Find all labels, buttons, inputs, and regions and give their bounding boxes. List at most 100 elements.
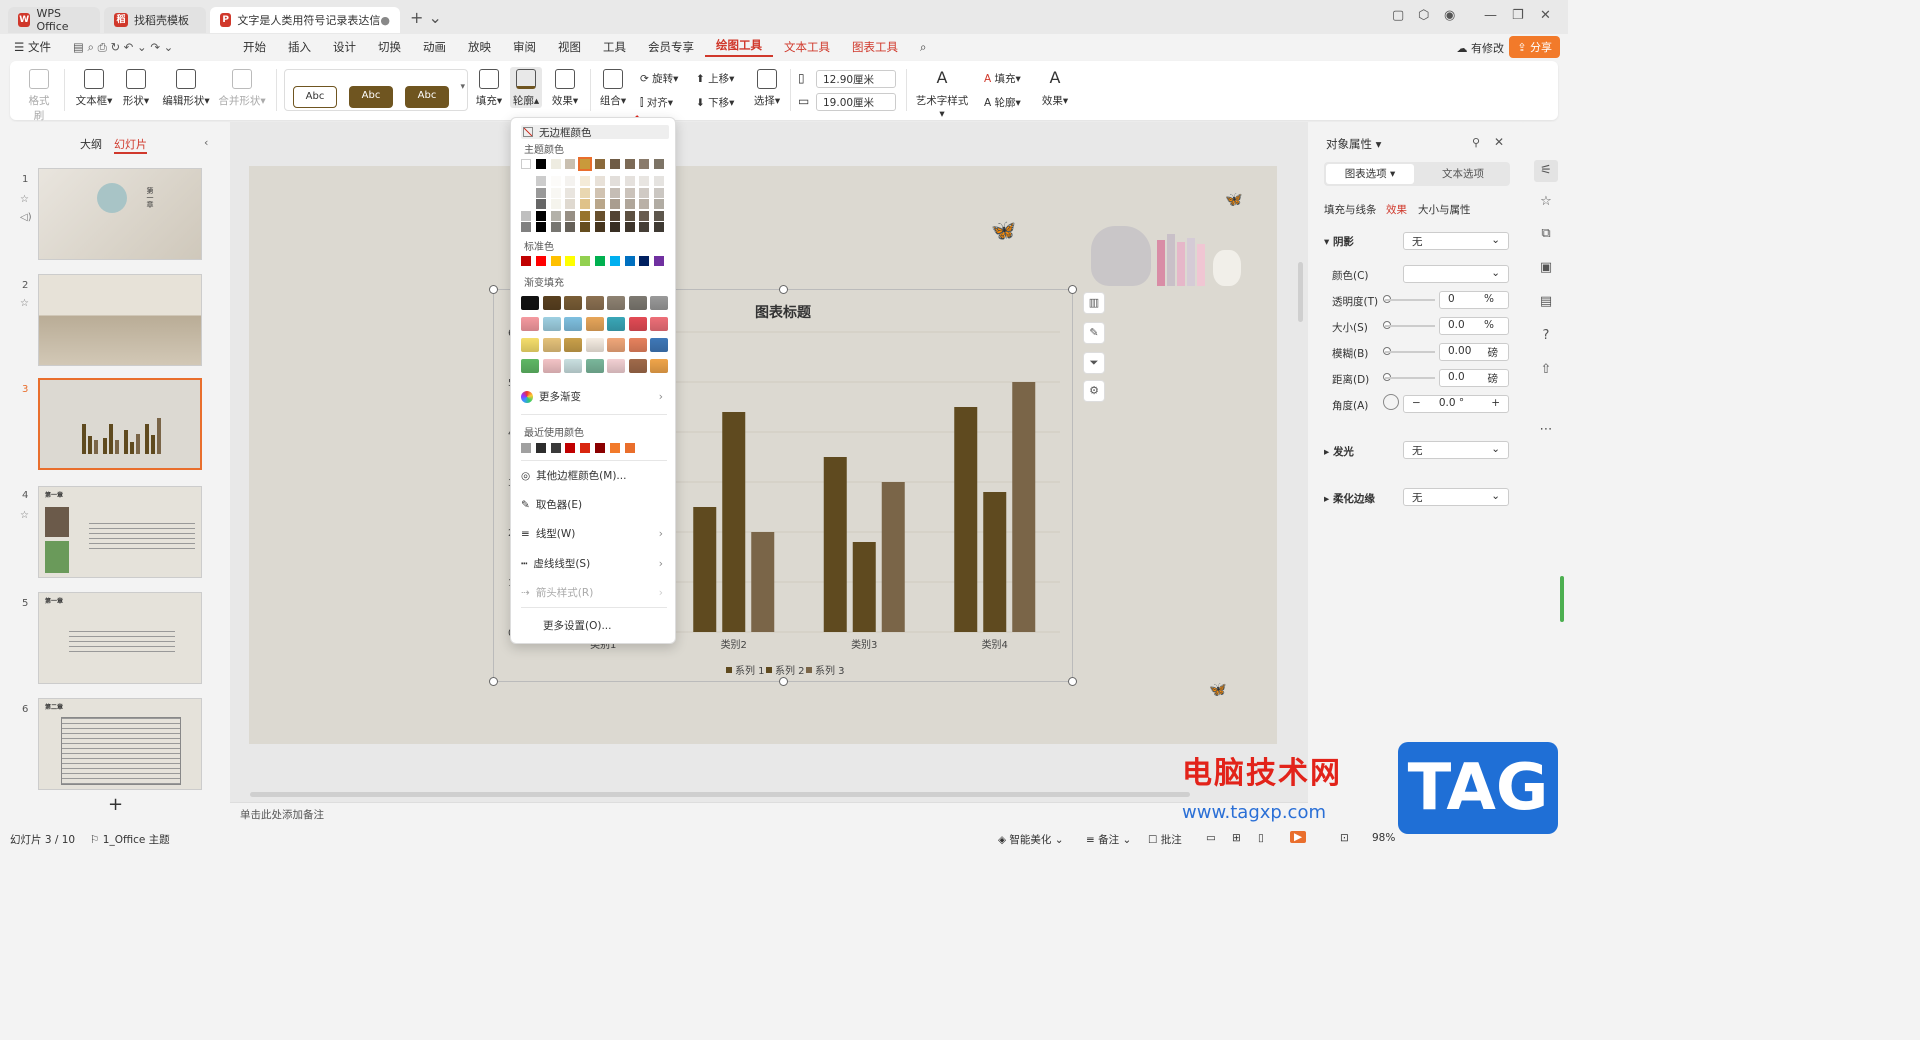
theme-color-swatch[interactable] [550, 159, 561, 169]
shadow-section[interactable]: ▾ 阴影 [1324, 234, 1354, 249]
close-window-icon[interactable]: ✕ [1540, 8, 1551, 23]
menu-design[interactable]: 设计 [322, 39, 367, 55]
blur-slider[interactable] [1385, 351, 1435, 353]
theme-shade-swatch[interactable] [624, 199, 635, 209]
menu-slideshow[interactable]: 放映 [457, 39, 502, 55]
menu-drawing-tools[interactable]: 绘图工具 [704, 37, 773, 57]
bar-1-3[interactable] [823, 457, 847, 632]
standard-color-swatch[interactable] [624, 256, 635, 266]
shape-button[interactable]: 形状▾ [120, 69, 152, 108]
theme-shade-swatch[interactable] [624, 176, 635, 186]
gradient-swatch[interactable] [650, 338, 668, 352]
bar-1-4[interactable] [954, 407, 978, 632]
quick-access-icons[interactable]: ▤ ⌕ ⎙ ↻ ↶ ⌄ ↷ ⌄ [62, 40, 232, 55]
gradient-swatch[interactable] [650, 359, 668, 373]
horizontal-scrollbar[interactable] [250, 792, 1190, 797]
no-border-color-item[interactable]: 无边框颜色 [521, 125, 669, 139]
glow-select[interactable]: 无 ⌄ [1403, 441, 1509, 459]
tab-templates[interactable]: 稻 找稻壳模板 [104, 7, 206, 33]
gradient-swatch[interactable] [585, 359, 604, 373]
theme-shade-swatch[interactable] [654, 176, 665, 186]
audio-icon[interactable]: ◁) [20, 212, 32, 223]
standard-color-swatch[interactable] [595, 256, 605, 266]
recent-color-swatch[interactable] [624, 443, 635, 453]
standard-color-swatch[interactable] [654, 256, 665, 266]
legend-label[interactable]: 系列 1 [735, 664, 765, 677]
copy-icon[interactable]: ⧉ [1538, 226, 1554, 242]
book-icon[interactable]: ▤ [1538, 294, 1554, 310]
standard-color-swatch[interactable] [550, 256, 561, 266]
slide-thumbnail-5[interactable]: 第一章 [38, 592, 202, 684]
theme-shade-swatch[interactable] [565, 222, 576, 232]
restore-icon[interactable]: ❐ [1512, 8, 1524, 23]
theme-shade-swatch[interactable] [654, 199, 665, 209]
image-icon[interactable]: ▣ [1538, 260, 1554, 276]
theme-shade-swatch[interactable] [654, 187, 665, 198]
chart-filter-button[interactable]: ⏷ [1083, 352, 1105, 374]
text-fill-button[interactable]: A 填充▾ [984, 71, 1030, 86]
width-input[interactable]: 12.90厘米 [816, 70, 896, 88]
vertical-scrollbar[interactable] [1298, 262, 1303, 322]
fit-icon[interactable]: ⊡ [1340, 832, 1349, 844]
chart-style-button[interactable]: ✎ [1083, 322, 1105, 344]
recent-color-swatch[interactable] [565, 443, 576, 453]
recent-color-swatch[interactable] [521, 443, 531, 453]
theme-color-swatch[interactable] [521, 159, 531, 169]
theme-shade-swatch[interactable] [595, 222, 605, 232]
rotate-button[interactable]: ⟳ 旋转▾ [640, 71, 688, 86]
star-icon[interactable]: ☆ [1538, 194, 1554, 210]
merge-shape-button[interactable]: 合并形状▾ [216, 69, 268, 108]
angle-input[interactable]: −0.0 ° + [1403, 395, 1509, 413]
more-settings-item[interactable]: 更多设置(O)... [521, 618, 611, 633]
theme-shade-swatch[interactable] [595, 187, 605, 198]
eyedropper-item[interactable]: ✎ 取色器(E) [521, 497, 582, 512]
theme-shade-swatch[interactable] [535, 222, 546, 232]
theme-color-swatch[interactable] [639, 159, 650, 169]
chart-settings-button[interactable]: ⚙ [1083, 380, 1105, 402]
shape-style-1[interactable]: Abc [293, 86, 337, 108]
menu-view[interactable]: 视图 [547, 39, 592, 55]
standard-color-swatch[interactable] [565, 256, 576, 266]
move-up-button[interactable]: ⬆ 上移▾ [696, 71, 744, 86]
close-panel-icon[interactable]: ✕ [1494, 135, 1504, 149]
modified-indicator[interactable]: ☁ 有修改 [1457, 40, 1505, 56]
sorter-view-icon[interactable]: ⊞ [1232, 832, 1241, 844]
theme-color-swatch[interactable] [654, 159, 665, 169]
star-icon[interactable]: ☆ [20, 194, 29, 205]
recent-color-swatch[interactable] [595, 443, 605, 453]
theme-shade-swatch[interactable] [595, 199, 605, 209]
notes-pane[interactable]: 单击此处添加备注 [230, 802, 1308, 822]
format-painter-button[interactable]: 格式刷 [24, 69, 54, 123]
menu-transition[interactable]: 切换 [367, 39, 412, 55]
theme-shade-swatch[interactable] [535, 210, 546, 221]
gradient-swatch[interactable] [521, 359, 539, 373]
gradient-swatch[interactable] [628, 338, 647, 352]
gradient-swatch[interactable] [607, 359, 625, 373]
size-slider[interactable] [1385, 325, 1435, 327]
theme-shade-swatch[interactable] [580, 187, 591, 198]
theme-shade-swatch[interactable] [565, 176, 576, 186]
layout-icon[interactable]: ▢ [1392, 8, 1404, 23]
standard-color-swatch[interactable] [535, 256, 546, 266]
tab-wps-office[interactable]: W WPS Office [8, 7, 100, 33]
chart-elements-button[interactable]: ▥ [1083, 292, 1105, 314]
slide-3[interactable]: 🦋 🦋 🦋 图表标题 0123456类别1类别2类别3类别4系列 1系列 2系列… [249, 166, 1277, 744]
gradient-swatch[interactable] [542, 359, 561, 373]
bar-1-2[interactable] [693, 507, 717, 632]
menu-review[interactable]: 审阅 [502, 39, 547, 55]
group-button[interactable]: 组合▾ [598, 69, 628, 108]
tab-document[interactable]: P 文字是人类用符号记录表达信息以... ● [210, 7, 400, 33]
theme-shade-swatch[interactable] [654, 210, 665, 221]
standard-color-swatch[interactable] [639, 256, 650, 266]
bar-2-4[interactable] [983, 492, 1007, 632]
gradient-swatch[interactable] [650, 296, 668, 310]
shape-style-2[interactable]: Abc [349, 86, 393, 108]
bar-2-2[interactable] [722, 412, 746, 632]
gradient-swatch[interactable] [542, 317, 561, 331]
theme-shade-swatch[interactable] [521, 187, 531, 198]
avatar[interactable]: ◉ [1444, 8, 1455, 23]
theme-shade-swatch[interactable] [550, 199, 561, 209]
minimize-icon[interactable]: — [1484, 8, 1497, 23]
slide-editor-canvas[interactable]: 🦋 🦋 🦋 图表标题 0123456类别1类别2类别3类别4系列 1系列 2系列… [230, 122, 1308, 822]
subtab-effect[interactable]: 效果 [1386, 202, 1407, 217]
